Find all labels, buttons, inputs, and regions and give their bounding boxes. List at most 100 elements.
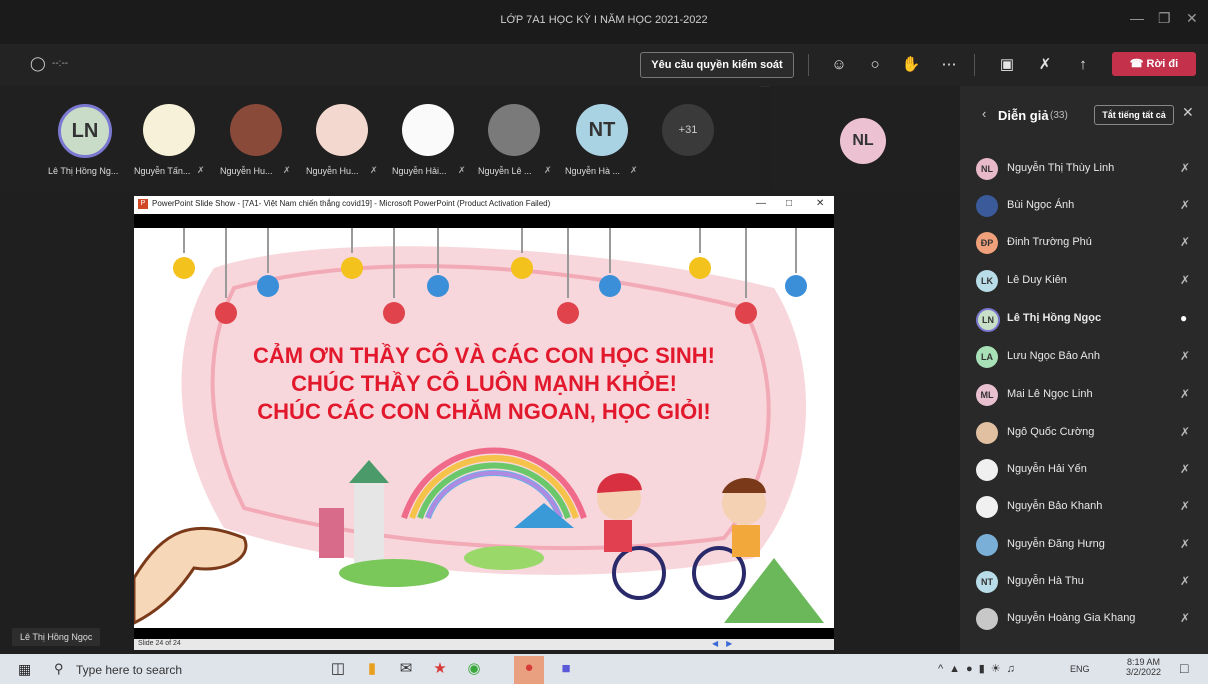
avatar[interactable] <box>143 104 195 156</box>
file-explorer-icon[interactable]: ▮ <box>360 657 384 681</box>
mic-off-icon[interactable]: ✗ <box>1180 537 1190 551</box>
presenter-label: Lê Thị Hồng Ngọc <box>12 628 101 646</box>
slide-nav-icon[interactable]: ◀▶ <box>712 639 740 648</box>
search-icon[interactable]: ⚲ <box>54 661 64 677</box>
mic-off-icon: ✗ <box>458 165 466 175</box>
participant-row[interactable]: NT Nguyễn Hà Thu ✗ <box>960 563 1208 601</box>
ppt-close-icon[interactable]: ✕ <box>816 198 824 209</box>
participant-avatar <box>976 459 998 481</box>
participant-name: Lê Duy Kiên <box>1007 274 1067 286</box>
ppt-minimize-icon[interactable]: — <box>756 198 766 209</box>
teams-icon[interactable]: ■ <box>554 657 578 681</box>
participant-name: Nguyễn Thị Thùy Linh <box>1007 162 1115 174</box>
mic-off-icon[interactable]: ✗ <box>1180 349 1190 363</box>
slide-border <box>134 628 834 639</box>
mic-on-icon[interactable]: ● <box>1180 311 1187 325</box>
participant-row[interactable]: Nguyễn Đăng Hưng ✗ <box>960 526 1208 564</box>
toolbar-divider <box>974 54 975 76</box>
slide-border <box>134 214 834 228</box>
panel-count: (33) <box>1050 110 1068 121</box>
avatar[interactable] <box>316 104 368 156</box>
ppt-maximize-icon[interactable]: □ <box>786 198 792 209</box>
participant-avatar <box>976 534 998 556</box>
more-options-icon[interactable]: ⋯ <box>938 54 960 76</box>
chat-icon[interactable]: ○ <box>864 54 886 76</box>
participant-avatar: LK <box>976 270 998 292</box>
participant-row[interactable]: Nguyễn Bảo Khanh ✗ <box>960 488 1208 526</box>
minimize-icon[interactable]: — <box>1130 10 1144 26</box>
notifications-icon[interactable]: □ <box>1180 660 1188 676</box>
clock[interactable]: 8:19 AM 3/2/2022 <box>1126 657 1161 677</box>
avatar[interactable]: NT <box>576 104 628 156</box>
mic-off-icon[interactable]: ✗ <box>1180 198 1190 212</box>
task-view-icon[interactable]: ◫ <box>326 657 350 681</box>
avatar[interactable]: NL <box>840 118 886 164</box>
participant-row[interactable]: NL Nguyễn Thị Thùy Linh ✗ <box>960 150 1208 188</box>
clock-date: 3/2/2022 <box>1126 667 1162 677</box>
mic-off-icon[interactable]: ✗ <box>1180 235 1190 249</box>
avatar[interactable] <box>230 104 282 156</box>
mic-off-icon[interactable]: ✗ <box>1180 574 1190 588</box>
avatar[interactable] <box>402 104 454 156</box>
participant-avatar <box>976 195 998 217</box>
leave-button[interactable]: ☎ Rời đi <box>1112 52 1196 76</box>
participant-row[interactable]: Nguyễn Hải Yến ✗ <box>960 451 1208 489</box>
mic-off-icon: ✗ <box>370 165 378 175</box>
avatar[interactable] <box>488 104 540 156</box>
participant-avatar <box>976 422 998 444</box>
avatar[interactable]: LN <box>58 104 112 158</box>
participant-name: Nguyễn Hu... <box>220 166 273 176</box>
participant-name: Nguyễn Hà ... <box>565 166 621 176</box>
app-icon[interactable]: ★ <box>428 657 452 681</box>
mic-off-icon[interactable]: ✗ <box>1180 425 1190 439</box>
share-screen-icon[interactable]: ↑ <box>1072 54 1094 76</box>
camera-off-icon[interactable]: ▣ <box>996 54 1018 76</box>
participant-avatar: LN <box>976 308 1000 332</box>
participant-row[interactable]: Bùi Ngọc Ánh ✗ <box>960 187 1208 225</box>
slide-text: CẢM ƠN THẦY CÔ VÀ CÁC CON HỌC SINH! CHÚC… <box>134 342 834 426</box>
participant-row[interactable]: LN Lê Thị Hồng Ngọc ● <box>960 300 1208 338</box>
mic-off-icon[interactable]: ✗ <box>1180 161 1190 175</box>
participants-icon[interactable]: ☺ <box>828 54 850 76</box>
mute-all-button[interactable]: Tắt tiếng tất cả <box>1094 105 1174 125</box>
request-control-button[interactable]: Yêu cầu quyền kiểm soát <box>640 52 794 78</box>
mic-off-icon[interactable]: ✗ <box>1180 273 1190 287</box>
mic-off-icon: ✗ <box>630 165 638 175</box>
shield-icon: ◯ <box>30 55 46 71</box>
more-participants[interactable]: +31 <box>662 104 714 156</box>
close-panel-icon[interactable]: ✕ <box>1182 104 1194 121</box>
language-indicator[interactable]: ENG <box>1070 664 1090 674</box>
window-title: LỚP 7A1 HỌC KỲ I NĂM HỌC 2021-2022 <box>500 14 708 26</box>
mail-icon[interactable]: ✉ <box>394 657 418 681</box>
maximize-icon[interactable]: ❐ <box>1158 10 1171 27</box>
slide-line: CHÚC THẦY CÔ LUÔN MẠNH KHỎE! <box>291 371 677 396</box>
participant-name: Lê Thị Hồng Ngọc <box>1007 312 1102 324</box>
participant-row[interactable]: ML Mai Lê Ngọc Linh ✗ <box>960 376 1208 414</box>
participant-name: Nguyễn Bảo Khanh <box>1007 500 1103 512</box>
slide-counter: Slide 24 of 24 <box>138 640 181 647</box>
mic-off-icon[interactable]: ✗ <box>1180 462 1190 476</box>
close-icon[interactable]: ✕ <box>1186 10 1198 27</box>
back-icon[interactable]: ‹ <box>982 106 986 121</box>
taskbar-search-input[interactable]: Type here to search <box>76 663 182 677</box>
toolbar-divider <box>808 54 809 76</box>
participant-name: Lưu Ngọc Bảo Anh <box>1007 350 1100 362</box>
windows-start-icon[interactable]: ▦ <box>18 661 31 678</box>
mic-off-icon[interactable]: ✗ <box>1180 499 1190 513</box>
participant-row[interactable]: LA Lưu Ngọc Bảo Anh ✗ <box>960 338 1208 376</box>
app-icon[interactable]: ● <box>514 656 544 684</box>
mic-off-icon[interactable]: ✗ <box>1180 611 1190 625</box>
reactions-icon[interactable]: ✋ <box>900 54 922 76</box>
participant-row[interactable]: Nguyễn Hoàng Gia Khang ✗ <box>960 600 1208 638</box>
powerpoint-icon: P <box>138 199 148 209</box>
mic-off-icon[interactable]: ✗ <box>1180 387 1190 401</box>
participant-name: Nguyễn Hoàng Gia Khang <box>1007 612 1136 624</box>
slide <box>134 228 834 628</box>
chrome-icon[interactable]: ◉ <box>462 657 486 681</box>
system-tray-icons[interactable]: ^▲●▮☀♫ <box>938 662 1021 675</box>
participant-name: Nguyễn Hải... <box>392 166 447 176</box>
mic-off-icon[interactable]: ✗ <box>1034 54 1056 76</box>
participant-row[interactable]: ĐP Đinh Trường Phú ✗ <box>960 224 1208 262</box>
participant-row[interactable]: Ngô Quốc Cường ✗ <box>960 414 1208 452</box>
participant-row[interactable]: LK Lê Duy Kiên ✗ <box>960 262 1208 300</box>
